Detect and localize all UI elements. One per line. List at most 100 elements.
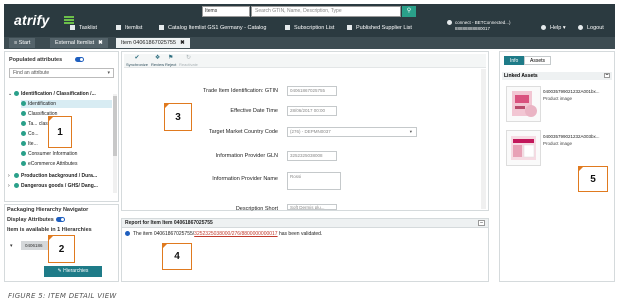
nav-tasklist-label: Tasklist — [79, 25, 98, 31]
nav-help[interactable]: Help ▾ — [541, 25, 566, 31]
provider-name-input[interactable]: Rossi — [287, 172, 341, 190]
menu-icon: ≡ — [14, 40, 18, 46]
effective-date-input[interactable]: 28/06/2017 00:00 — [287, 106, 337, 116]
screenshot-root: atrify Items Search GTIN, Name, Descript… — [0, 0, 619, 306]
tab-external-itemlist[interactable]: External Itemlist ✖ — [50, 38, 108, 48]
tree-item-label: Consumer Information — [28, 151, 78, 157]
callout-number: 4 — [174, 251, 180, 262]
find-attribute-input[interactable]: Find an attribute ▾ — [9, 68, 114, 78]
tree-group-identification[interactable]: ⌄ Identification / Classification /... — [8, 90, 112, 98]
review-button[interactable]: ❖ Review — [151, 55, 164, 67]
check-circle-icon — [21, 161, 26, 166]
nav-catalog-label: Catalog Itemlist GS1 Germany - Catalog — [168, 25, 267, 31]
nav-logout-label: Logout — [587, 25, 604, 31]
check-circle-icon — [21, 151, 26, 156]
synchronize-button[interactable]: ✔ Synchronize — [126, 55, 148, 67]
product-image-icon — [512, 91, 537, 117]
logo-mark-icon — [64, 16, 74, 24]
callout-3: 3 — [164, 103, 192, 131]
check-icon: ✔ — [134, 55, 140, 61]
hierarchies-button[interactable]: ✎ Hierarchies — [44, 266, 102, 277]
find-attribute-placeholder: Find an attribute — [13, 70, 50, 76]
nav-tasklist[interactable]: Tasklist — [70, 25, 97, 31]
minimize-button[interactable]: – — [478, 220, 485, 226]
callout-number: 1 — [57, 126, 63, 138]
pencil-icon: ✎ — [57, 268, 62, 274]
check-circle-icon — [14, 183, 19, 188]
target-market-value: (276) - DEPMN0037 — [290, 129, 331, 134]
asset-thumbnail[interactable] — [506, 130, 541, 166]
attribute-tree-panel: Populated attributes Find an attribute ▾ … — [4, 51, 119, 202]
tab-start-label: Start — [18, 40, 31, 46]
hierarchies-button-label: Hierarchies — [63, 268, 89, 274]
reactivate-icon: ↻ — [185, 55, 191, 61]
check-circle-icon — [21, 111, 26, 116]
search-icon: ⚲ — [406, 8, 412, 14]
chevron-down-icon: ▾ — [107, 70, 110, 76]
linked-assets-title: Linked Assets — [504, 73, 538, 79]
reactivate-button[interactable]: ↻ Reactivate — [179, 55, 198, 67]
chevron-down-icon: ▾ — [409, 129, 412, 134]
tree-item-ecommerce[interactable]: eCommerce Attributes — [21, 160, 77, 168]
report-header: Report for Item Item 04061867025755 — [122, 219, 488, 228]
asset-filename[interactable]: 040035799021232A003bx... — [543, 134, 600, 139]
check-circle-icon — [21, 131, 26, 136]
subscription-icon — [285, 25, 290, 30]
search-scope-select[interactable]: Items — [202, 6, 250, 17]
tree-group-label: Dangerous goods / GHS/ Dang... — [21, 183, 98, 189]
display-attributes-toggle[interactable] — [56, 217, 65, 222]
field-label: Information Provider GLN — [215, 153, 278, 159]
close-icon[interactable]: ✖ — [98, 40, 103, 46]
search-button[interactable]: ⚲ — [402, 6, 416, 17]
tree-item-co[interactable]: Co... — [21, 130, 39, 138]
tree-item-consumer-information[interactable]: Consumer Information — [21, 150, 77, 158]
help-icon — [541, 25, 546, 30]
itemlist-icon — [116, 25, 121, 30]
nav-catalog[interactable]: Catalog Itemlist GS1 Germany - Catalog — [159, 25, 266, 31]
provider-gln-input[interactable]: 3252325038008 — [287, 151, 337, 161]
form-scrollbar[interactable] — [481, 69, 486, 209]
review-label: Review — [151, 62, 165, 67]
nav-itemlist[interactable]: Itemlist — [116, 25, 142, 31]
tab-bar: ≡ Start External Itemlist ✖ Item 04061867… — [4, 37, 615, 49]
user-gln: 88888888880017 — [455, 26, 491, 31]
figure-caption: FIGURE 5: ITEM DETAIL VIEW — [8, 292, 117, 300]
description-short-input[interactable]: Soft Dermis plu... — [287, 204, 337, 210]
chevron-down-icon[interactable]: ▾ — [10, 243, 13, 249]
tree-group-dangerous-goods[interactable]: › Dangerous goods / GHS/ Dang... — [8, 182, 98, 190]
tree-group-production[interactable]: › Production background / Dura... — [8, 172, 97, 180]
tree-scrollbar-thumb[interactable] — [113, 96, 117, 156]
gtin-input[interactable]: 04061867025755 — [287, 86, 337, 96]
user-menu[interactable]: connect - BETConnected...) 8888888888001… — [447, 20, 511, 32]
tab-assets[interactable]: Assets — [524, 56, 552, 65]
top-bar: atrify Items Search GTIN, Name, Descript… — [4, 4, 615, 37]
report-item-link[interactable]: 3252325038000/276/8800000000017 — [194, 231, 277, 237]
tree-item-label: Co... — [28, 131, 39, 137]
tree-item-ite[interactable]: Ite... — [21, 140, 38, 148]
tree-item-label: Ite... — [28, 141, 38, 147]
reject-button[interactable]: ⚑ Reject — [165, 55, 176, 67]
target-market-select[interactable]: (276) - DEPMN0037 ▾ — [287, 127, 417, 137]
check-circle-icon — [21, 101, 26, 106]
tab-start[interactable]: ≡ Start — [9, 38, 36, 48]
tree-item-identification[interactable]: Identification — [21, 100, 112, 108]
asset-thumbnail[interactable] — [506, 86, 541, 122]
global-search-input[interactable]: Search GTIN, Name, Description, Type — [251, 6, 401, 17]
nav-subscription[interactable]: Subscription List — [285, 25, 334, 31]
minimize-icon[interactable]: – — [604, 73, 610, 78]
catalog-icon — [159, 25, 164, 30]
nav-subscription-label: Subscription List — [294, 25, 335, 31]
asset-filename[interactable]: 040035799021232A001bx... — [543, 89, 600, 94]
packaging-hierarchy-title: Packaging Hierarchy Navigator — [7, 207, 89, 213]
populated-attributes-toggle[interactable] — [75, 57, 84, 62]
close-icon[interactable]: ✖ — [180, 40, 185, 46]
asset-type: Product image — [543, 96, 573, 101]
tab-item-detail[interactable]: Item 04061867025755 ✖ — [116, 38, 190, 48]
check-circle-icon — [14, 91, 19, 96]
tab-info[interactable]: Info — [504, 56, 525, 65]
nav-logout[interactable]: Logout — [578, 25, 604, 31]
check-circle-icon — [21, 141, 26, 146]
item-toolbar: ✔ Synchronize ❖ Review ⚑ Reject ↻ Reactivate — [124, 54, 486, 68]
nav-published[interactable]: Published Supplier List — [347, 25, 412, 31]
tree-group-label: Identification / Classification /... — [21, 91, 96, 97]
